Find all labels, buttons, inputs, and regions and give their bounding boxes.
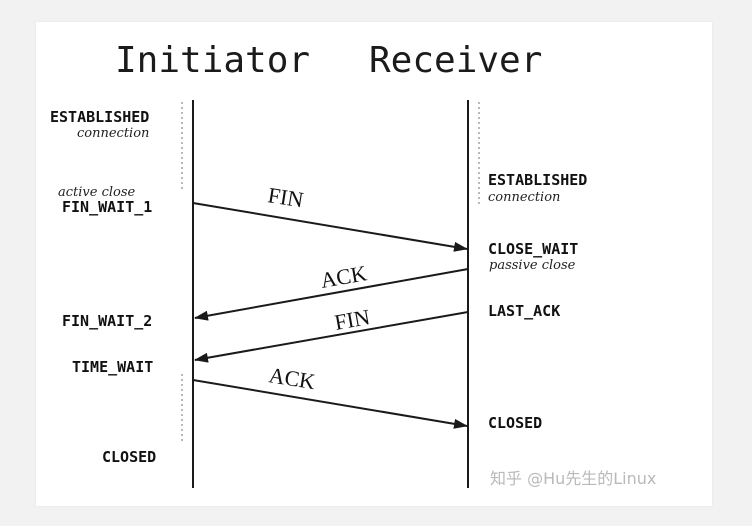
receiver-state-closed: CLOSED [488, 414, 542, 432]
initiator-state-established: ESTABLISHED [50, 108, 149, 126]
receiver-note-passive-close: passive close [489, 258, 576, 273]
receiver-state-last-ack: LAST_ACK [488, 302, 560, 320]
fin-1-arrow [192, 202, 468, 252]
fin-1-label: FIN [266, 182, 305, 212]
tcp-close-diagram: Initiator Receiver ESTABLISHED connectio… [50, 40, 656, 488]
initiator-note-connection: connection [77, 126, 149, 141]
ack-2-label: ACK [267, 362, 317, 394]
initiator-state-closed: CLOSED [102, 448, 156, 466]
receiver-title: Receiver [369, 40, 542, 81]
receiver-state-close-wait: CLOSE_WAIT [488, 240, 578, 258]
diagram-canvas: Initiator Receiver ESTABLISHED connectio… [36, 22, 712, 506]
initiator-state-time-wait: TIME_WAIT [72, 358, 153, 376]
receiver-note-connection: connection [488, 190, 560, 205]
initiator-title: Initiator [115, 40, 310, 81]
fin-2-arrow [194, 311, 469, 363]
initiator-state-fin-wait-2: FIN_WAIT_2 [62, 312, 152, 330]
ack-2-arrow [192, 379, 468, 429]
receiver-state-established: ESTABLISHED [488, 171, 587, 189]
initiator-state-fin-wait-1: FIN_WAIT_1 [62, 198, 152, 216]
watermark: 知乎 @Hu先生的Linux [490, 469, 656, 488]
